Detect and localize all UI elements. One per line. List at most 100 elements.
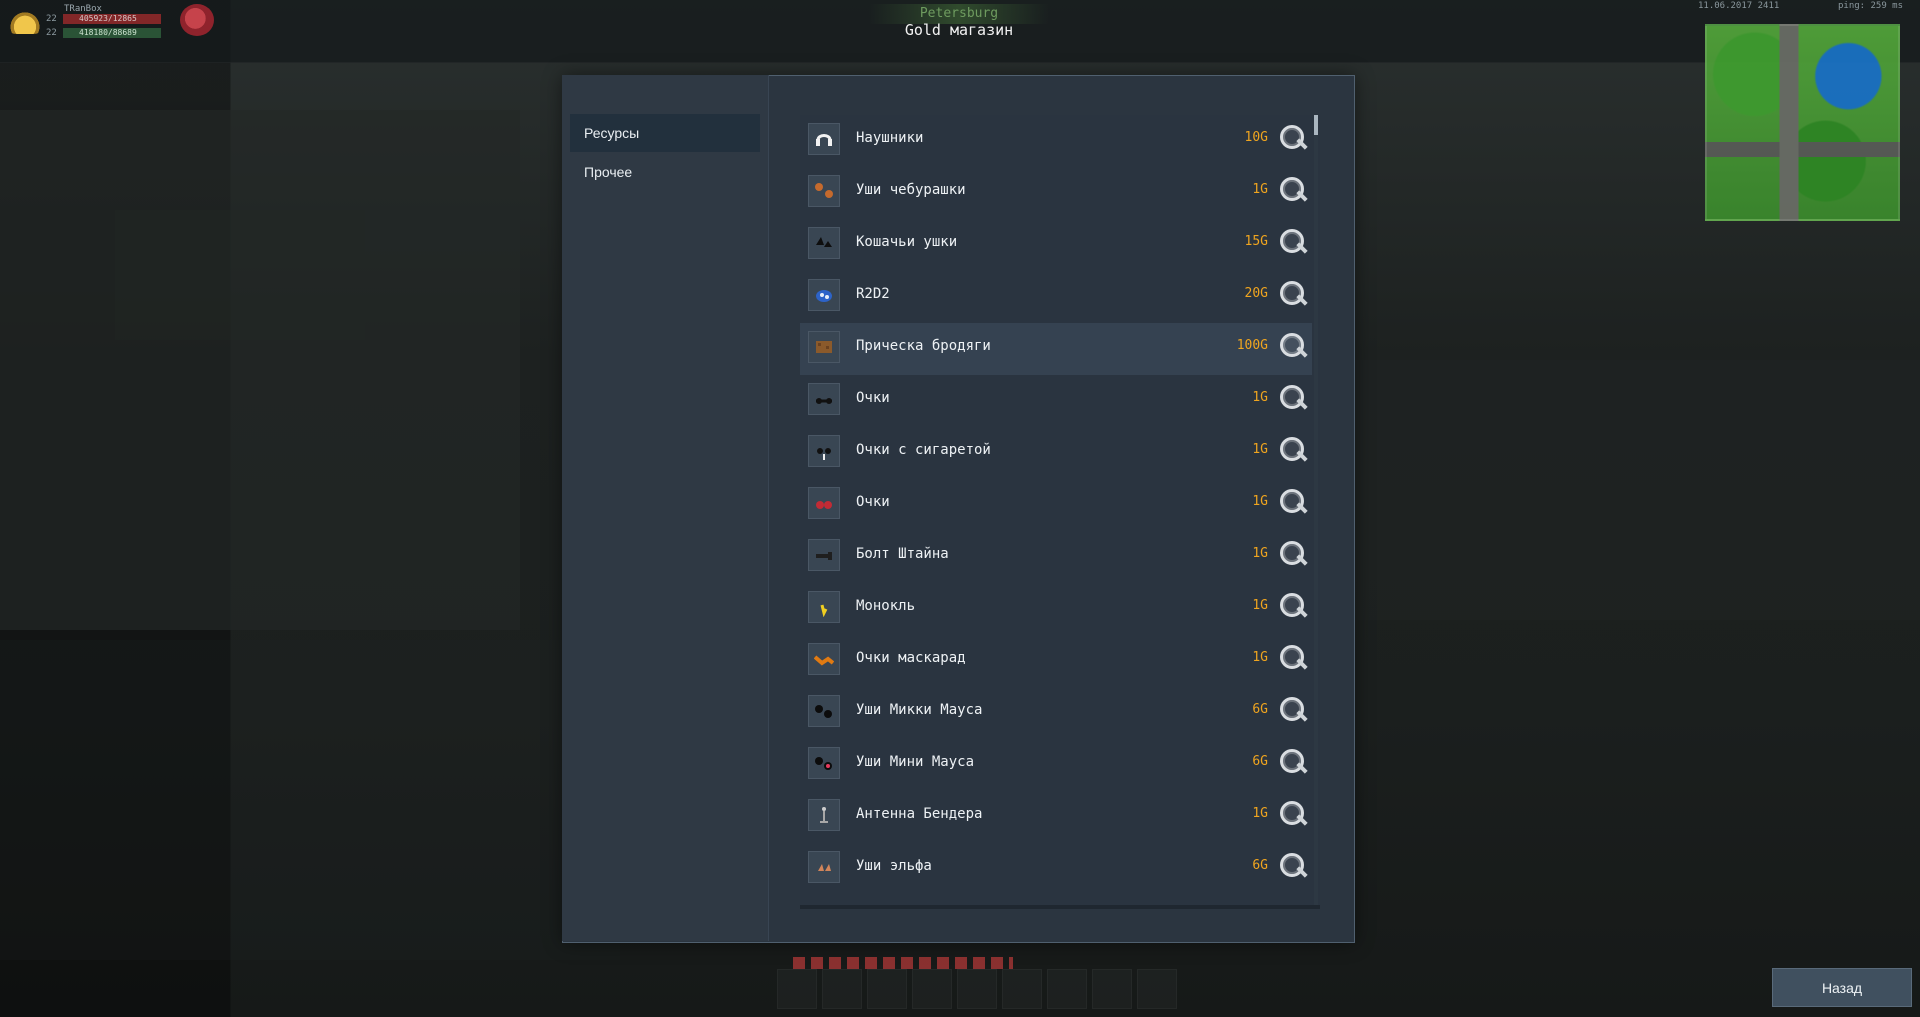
- item-slot: [808, 747, 840, 779]
- item-price: 10G: [1244, 130, 1268, 145]
- item-row[interactable]: Прическа бродяги 100G: [800, 323, 1312, 375]
- hotbar-slot[interactable]: [867, 969, 907, 1009]
- magnify-icon[interactable]: [1278, 228, 1308, 256]
- item-price: 1G: [1252, 806, 1268, 821]
- item-list: Наушники 10G Уши чебурашки 1G Кошачьи уш…: [800, 115, 1320, 909]
- headphones-icon: [814, 129, 834, 149]
- top-hud-bar: TRanBox 22 405923/12865 22 418180/88689 …: [0, 0, 1920, 63]
- item-name: Очки: [856, 494, 890, 510]
- xp-bar: 418180/88689: [63, 28, 161, 38]
- item-price: 100G: [1236, 338, 1268, 353]
- magnify-icon[interactable]: [1278, 540, 1308, 568]
- magnify-icon[interactable]: [1278, 592, 1308, 620]
- scrollbar-thumb[interactable]: [1314, 115, 1318, 135]
- item-slot: [808, 331, 840, 363]
- item-name: Уши Микки Мауса: [856, 702, 983, 718]
- item-slot: [808, 695, 840, 727]
- bender-antenna-icon: [814, 805, 834, 825]
- item-row[interactable]: Уши чебурашки 1G: [800, 167, 1312, 219]
- masquerade-glasses-icon: [813, 649, 835, 669]
- hotbar-slot[interactable]: [1137, 969, 1177, 1009]
- item-name: Очки маскарад: [856, 650, 966, 666]
- hp-level: 22: [46, 14, 57, 24]
- clock-text: 11.06.2017 2411: [1698, 1, 1780, 11]
- hotbar-slot[interactable]: [957, 969, 997, 1009]
- item-price: 1G: [1252, 546, 1268, 561]
- magnify-icon[interactable]: [1278, 384, 1308, 412]
- magnify-icon[interactable]: [1278, 436, 1308, 464]
- item-price: 6G: [1252, 702, 1268, 717]
- ping-text: ping: 259 ms: [1838, 1, 1904, 11]
- item-name: Кошачьи ушки: [856, 234, 958, 250]
- tramp-hair-icon: [814, 337, 834, 357]
- category-sidebar: Ресурсы Прочее: [562, 75, 769, 941]
- player-name: TRanBox: [64, 4, 102, 14]
- hotbar-slot[interactable]: [1092, 969, 1132, 1009]
- item-name: Очки с сигаретой: [856, 442, 991, 458]
- item-slot: [808, 539, 840, 571]
- item-row[interactable]: Антенна Бендера 1G: [800, 791, 1312, 843]
- item-row[interactable]: Очки с сигаретой 1G: [800, 427, 1312, 479]
- player-stats: TRanBox 22 405923/12865 22 418180/88689: [6, 4, 161, 38]
- magnify-icon[interactable]: [1278, 176, 1308, 204]
- hotbar-slot[interactable]: [777, 969, 817, 1009]
- item-price: 1G: [1252, 182, 1268, 197]
- item-price: 1G: [1252, 650, 1268, 665]
- magnify-icon[interactable]: [1278, 332, 1308, 360]
- item-slot: [808, 383, 840, 415]
- item-name: Болт Штайна: [856, 546, 949, 562]
- item-name: Антенна Бендера: [856, 806, 983, 822]
- item-slot: [808, 435, 840, 467]
- hotbar-slot[interactable]: [912, 969, 952, 1009]
- item-slot: [808, 799, 840, 831]
- item-row[interactable]: Наушники 10G: [800, 115, 1312, 167]
- magnify-icon[interactable]: [1278, 644, 1308, 672]
- item-price: 20G: [1244, 286, 1268, 301]
- item-row[interactable]: Кошачьи ушки 15G: [800, 219, 1312, 271]
- hotbar-slot[interactable]: [822, 969, 862, 1009]
- item-name: Монокль: [856, 598, 916, 614]
- item-name: R2D2: [856, 286, 890, 302]
- item-row[interactable]: Очки 1G: [800, 375, 1312, 427]
- item-price: 1G: [1252, 442, 1268, 457]
- item-name: Наушники: [856, 130, 924, 146]
- item-row[interactable]: R2D2 20G: [800, 271, 1312, 323]
- item-slot: [808, 279, 840, 311]
- back-button[interactable]: Назад: [1772, 968, 1912, 1007]
- item-row[interactable]: Уши эльфа 6G: [800, 843, 1312, 895]
- magnify-icon[interactable]: [1278, 124, 1308, 152]
- hotbar: [777, 957, 1187, 1017]
- monocle-icon: [814, 597, 834, 618]
- item-row[interactable]: Уши Микки Мауса 6G: [800, 687, 1312, 739]
- magnify-icon[interactable]: [1278, 696, 1308, 724]
- magnify-icon[interactable]: [1278, 280, 1308, 308]
- item-name: Очки: [856, 390, 890, 406]
- item-name: Уши эльфа: [856, 858, 932, 874]
- item-row[interactable]: Уши Мини Мауса 6G: [800, 739, 1312, 791]
- magnify-icon[interactable]: [1278, 852, 1308, 880]
- hp-bar: 405923/12865: [63, 14, 161, 24]
- category-resources[interactable]: Ресурсы: [570, 114, 760, 152]
- background-block: [115, 210, 365, 340]
- item-price: 6G: [1252, 858, 1268, 873]
- item-row[interactable]: Очки маскарад 1G: [800, 635, 1312, 687]
- hotbar-slot[interactable]: [1047, 969, 1087, 1009]
- magnify-icon[interactable]: [1278, 488, 1308, 516]
- hotbar-slot[interactable]: [1002, 969, 1042, 1009]
- item-slot: [808, 851, 840, 883]
- magnify-icon[interactable]: [1278, 800, 1308, 828]
- category-other[interactable]: Прочее: [570, 153, 760, 191]
- elf-ears-icon: [814, 857, 834, 877]
- item-row[interactable]: Монокль 1G: [800, 583, 1312, 635]
- item-price: 15G: [1244, 234, 1268, 249]
- item-name: Прическа бродяги: [856, 338, 991, 354]
- minnie-ears-icon: [814, 753, 834, 773]
- background-block: [0, 640, 620, 960]
- item-row[interactable]: Болт Штайна 1G: [800, 531, 1312, 583]
- magnify-icon[interactable]: [1278, 748, 1308, 776]
- scrollbar-track[interactable]: [1314, 115, 1318, 905]
- item-name: Уши Мини Мауса: [856, 754, 975, 770]
- helmet-icon: [8, 10, 42, 34]
- item-slot: [808, 591, 840, 623]
- item-row[interactable]: Очки 1G: [800, 479, 1312, 531]
